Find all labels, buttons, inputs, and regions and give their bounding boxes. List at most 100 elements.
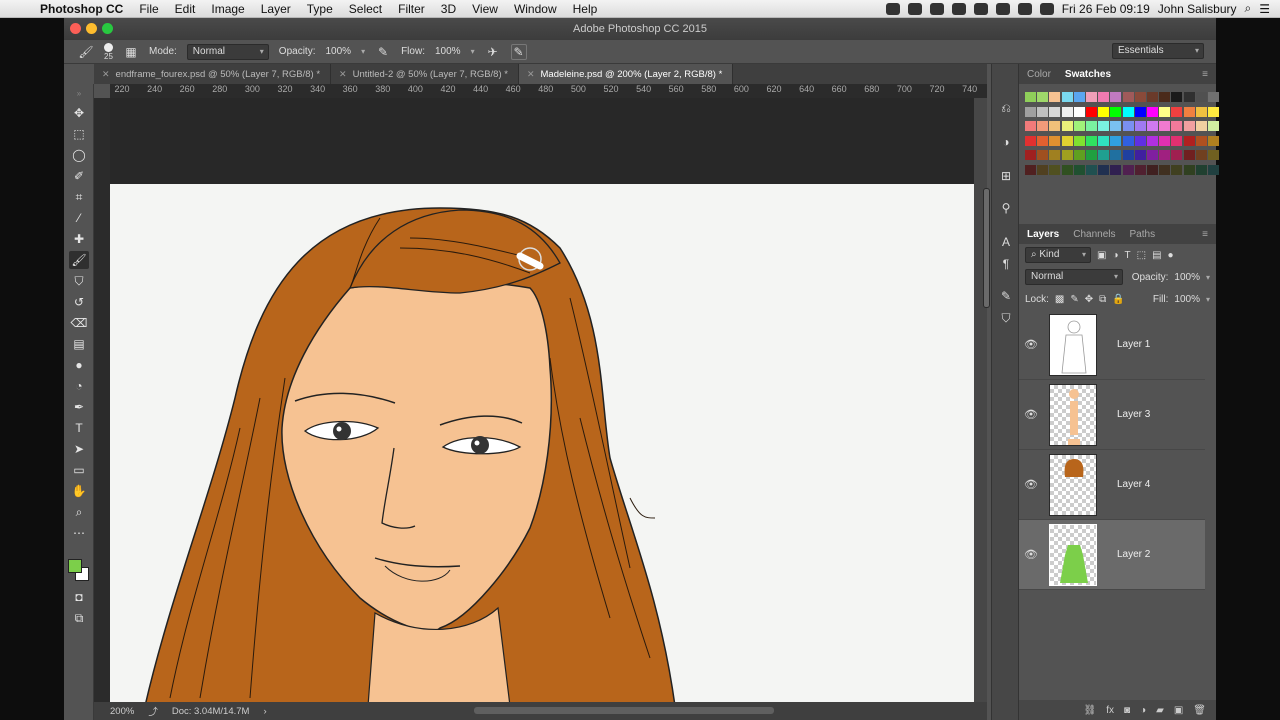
color-swatch[interactable] xyxy=(1086,121,1097,131)
layer-row-4[interactable]: 👁 Layer 4 xyxy=(1019,450,1205,520)
time-machine-icon[interactable] xyxy=(973,2,988,15)
tab-channels[interactable]: Channels xyxy=(1073,229,1115,240)
visibility-eye-icon[interactable]: 👁 xyxy=(1019,408,1043,421)
menu-app-name[interactable]: Photoshop CC xyxy=(32,2,131,16)
layer-name[interactable]: Layer 4 xyxy=(1117,479,1150,490)
color-swatch[interactable] xyxy=(1208,135,1219,146)
marquee-tool-icon[interactable]: ⬚ xyxy=(69,125,89,143)
record-icon[interactable] xyxy=(885,2,900,15)
color-swatch[interactable] xyxy=(1110,150,1122,160)
menu-filter[interactable]: Filter xyxy=(390,2,433,16)
color-swatch[interactable] xyxy=(1086,150,1097,160)
fill-dropdown-icon[interactable]: ▾ xyxy=(1206,295,1210,304)
menu-help[interactable]: Help xyxy=(565,2,606,16)
color-swatch[interactable] xyxy=(1171,135,1183,146)
color-swatch[interactable] xyxy=(1183,92,1195,102)
color-swatch[interactable] xyxy=(1073,92,1085,102)
color-swatch[interactable] xyxy=(1195,92,1207,102)
color-swatch[interactable] xyxy=(1073,121,1085,131)
color-swatch[interactable] xyxy=(1110,92,1122,102)
delete-layer-icon[interactable]: 🗑 xyxy=(1193,705,1206,716)
color-swatch[interactable] xyxy=(1037,106,1049,117)
color-swatch[interactable] xyxy=(1208,92,1219,102)
filter-smart-object-icon[interactable]: ▤ xyxy=(1152,250,1161,261)
flow-value[interactable]: 100% xyxy=(435,46,461,57)
color-swatch[interactable] xyxy=(1122,150,1134,160)
lock-position-icon[interactable]: ✥ xyxy=(1085,294,1093,305)
dropbox-icon[interactable] xyxy=(907,2,922,15)
color-swatch[interactable] xyxy=(1183,121,1195,131)
add-mask-icon[interactable]: ◙ xyxy=(1124,705,1130,716)
color-swatch[interactable] xyxy=(1098,106,1110,117)
tab-swatches[interactable]: Swatches xyxy=(1065,69,1111,80)
canvas-vertical-scrollbar[interactable] xyxy=(974,98,990,706)
properties-panel-icon[interactable]: ⊞ xyxy=(998,168,1014,184)
share-icon[interactable]: ⤴ xyxy=(148,704,158,718)
quick-select-tool-icon[interactable]: ✐ xyxy=(69,167,89,185)
color-swatch[interactable] xyxy=(1073,135,1085,146)
screen-mode-icon[interactable]: ⧉ xyxy=(69,609,89,627)
brush-tool-preset-icon[interactable]: 🖌 xyxy=(78,44,94,60)
color-swatch[interactable] xyxy=(1025,164,1036,175)
close-tab-icon[interactable]: ✕ xyxy=(102,69,110,80)
menu-edit[interactable]: Edit xyxy=(167,2,204,16)
color-swatch[interactable] xyxy=(1025,135,1036,146)
color-swatch[interactable] xyxy=(1208,106,1219,117)
color-swatch[interactable] xyxy=(1159,150,1171,160)
color-swatch[interactable] xyxy=(1061,164,1073,175)
color-swatch[interactable] xyxy=(1073,150,1085,160)
brush-size-picker[interactable]: 25 xyxy=(104,42,113,61)
color-swatch[interactable] xyxy=(1171,121,1183,131)
color-swatch[interactable] xyxy=(1171,164,1183,175)
type-tool-icon[interactable]: T xyxy=(69,419,89,437)
color-swatch[interactable] xyxy=(1134,121,1146,131)
layer-name[interactable]: Layer 3 xyxy=(1117,409,1150,420)
user-name[interactable]: John Salisbury xyxy=(1158,2,1237,16)
color-swatch[interactable] xyxy=(1183,150,1195,160)
document-tab-madeleine[interactable]: ✕ Madeleine.psd @ 200% (Layer 2, RGB/8) … xyxy=(518,64,734,84)
panel-menu-icon[interactable]: ≡ xyxy=(1202,69,1208,80)
rectangle-tool-icon[interactable]: ▭ xyxy=(69,461,89,479)
filter-pixel-icon[interactable]: ▣ xyxy=(1097,250,1106,261)
close-tab-icon[interactable]: ✕ xyxy=(527,69,535,80)
pressure-opacity-icon[interactable]: ✎ xyxy=(375,44,391,60)
color-swatch[interactable] xyxy=(1195,121,1207,131)
clock[interactable]: Fri 26 Feb 09:19 xyxy=(1062,2,1150,16)
tools-collapse-icon[interactable]: » xyxy=(69,84,89,102)
filter-type-icon[interactable]: T xyxy=(1125,250,1131,261)
fill-value[interactable]: 100% xyxy=(1174,294,1200,305)
history-brush-tool-icon[interactable]: ↺ xyxy=(69,293,89,311)
color-swatch[interactable] xyxy=(1159,92,1171,102)
close-tab-icon[interactable]: ✕ xyxy=(339,69,347,80)
visibility-eye-icon[interactable]: 👁 xyxy=(1019,338,1043,351)
color-swatch[interactable] xyxy=(1183,106,1195,117)
color-swatch[interactable] xyxy=(1122,135,1134,146)
color-swatch[interactable] xyxy=(1086,164,1097,175)
color-swatch[interactable] xyxy=(1037,135,1049,146)
wifi-icon[interactable] xyxy=(1017,2,1032,15)
color-swatch[interactable] xyxy=(1098,135,1110,146)
color-swatch[interactable] xyxy=(1061,150,1073,160)
adjustments-panel-icon[interactable]: ◑ xyxy=(998,134,1014,150)
link-layers-icon[interactable]: ⛓ xyxy=(1084,705,1097,716)
color-swatch[interactable] xyxy=(1171,92,1183,102)
dodge-tool-icon[interactable]: ◔ xyxy=(69,377,89,395)
color-swatch[interactable] xyxy=(1025,121,1036,131)
swatches-grid[interactable] xyxy=(1019,84,1219,218)
menu-file[interactable]: File xyxy=(131,2,166,16)
color-swatch[interactable] xyxy=(1025,106,1036,117)
color-swatch[interactable] xyxy=(1134,135,1146,146)
quick-mask-icon[interactable]: ◘ xyxy=(69,588,89,606)
menu-type[interactable]: Type xyxy=(299,2,341,16)
workspace-select[interactable]: Essentials xyxy=(1112,43,1204,59)
color-swatch[interactable] xyxy=(1049,121,1061,131)
color-swatch[interactable] xyxy=(1098,92,1110,102)
battery-icon[interactable] xyxy=(1039,2,1054,15)
color-swatch[interactable] xyxy=(1110,135,1122,146)
close-window-button[interactable] xyxy=(70,23,81,34)
menu-image[interactable]: Image xyxy=(203,2,252,16)
document-tab-untitled[interactable]: ✕ Untitled-2 @ 50% (Layer 7, RGB/8) * xyxy=(331,64,519,84)
color-swatch[interactable] xyxy=(1208,150,1219,160)
color-swatch[interactable] xyxy=(1122,92,1134,102)
adjustment-layer-icon[interactable]: ◑ xyxy=(1140,705,1146,716)
